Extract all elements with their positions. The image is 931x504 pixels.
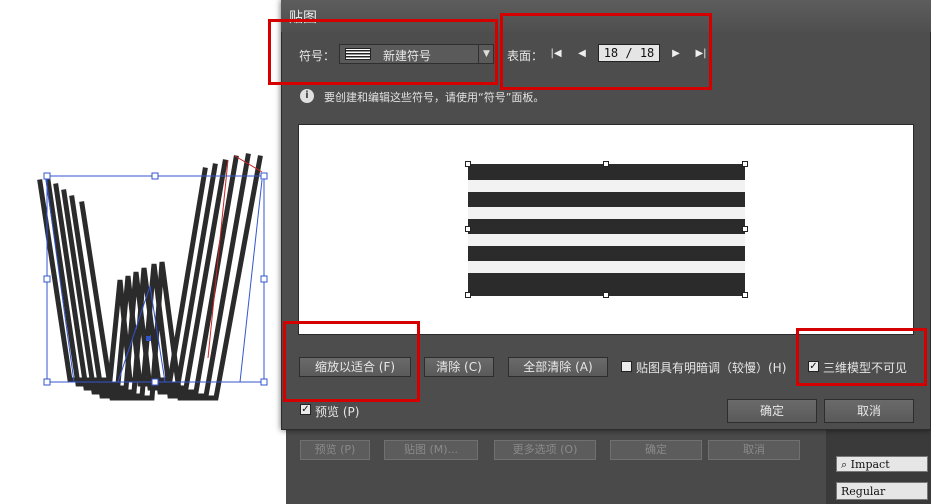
ghost-more-options-button: 更多选项 (O) [494, 440, 596, 460]
info-icon: i [300, 89, 314, 103]
clear-button[interactable]: 清除 (C) [424, 357, 494, 377]
preview-label: 预览 (P) [315, 405, 360, 419]
ghost-preview-button: 预览 (P) [300, 440, 370, 460]
preview-checkbox[interactable]: ✓ [300, 404, 311, 415]
shade-artwork-checkbox[interactable] [621, 361, 632, 372]
dialog-title: 贴图 [289, 10, 317, 26]
dialog-title-bar[interactable] [281, 0, 931, 32]
clear-all-button[interactable]: 全部清除 (A) [508, 357, 608, 377]
shade-artwork-label: 贴图具有明暗调（较慢）(H) [636, 361, 787, 375]
ok-button[interactable]: 确定 [727, 399, 817, 423]
font-style-field[interactable]: Regular [836, 482, 928, 500]
font-family-field[interactable]: ⌕ Impact [836, 456, 928, 472]
surface-label: 表面： [507, 49, 544, 63]
symbol-value: 新建符号 [383, 49, 432, 63]
chevron-down-icon[interactable]: ▼ [478, 44, 494, 64]
scale-to-fit-button[interactable]: 缩放以适合 (F) [299, 357, 411, 377]
symbol-label: 符号： [299, 49, 336, 63]
last-surface-icon[interactable]: ▶| [694, 47, 708, 61]
info-text: 要创建和编辑这些符号，请使用“符号”面板。 [324, 91, 545, 104]
ghost-cancel-button: 取消 [708, 440, 800, 460]
surface-page-field[interactable]: 18 / 18 [598, 44, 660, 62]
next-surface-icon[interactable]: ▶ [669, 47, 683, 61]
symbol-swatch-icon [345, 48, 371, 60]
cancel-button[interactable]: 取消 [824, 399, 914, 423]
invisible-geometry-checkbox[interactable]: ✓ [808, 361, 819, 372]
prev-surface-icon[interactable]: ◀ [575, 47, 589, 61]
artwork-3d-w[interactable] [0, 0, 290, 420]
search-icon: ⌕ [841, 458, 848, 471]
mapped-symbol-art[interactable] [463, 159, 753, 301]
ghost-ok-button: 确定 [610, 440, 702, 460]
ghost-map-button: 贴图 (M)... [384, 440, 478, 460]
invisible-geometry-label: 三维模型不可见 [823, 361, 908, 375]
first-surface-icon[interactable]: |◀ [549, 47, 563, 61]
